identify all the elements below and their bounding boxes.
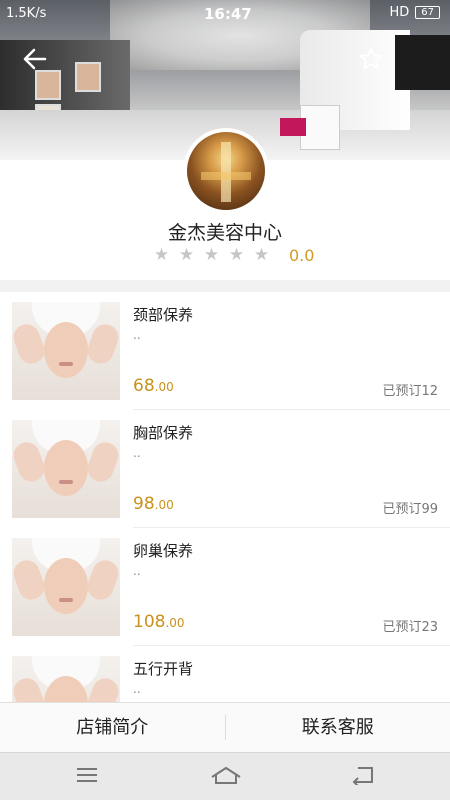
service-price: 108.00 — [133, 612, 185, 632]
back-arrow-icon[interactable] — [20, 44, 50, 74]
star-icon: ★ — [178, 245, 195, 265]
bottom-action-bar: 店铺简介 联系客服 — [0, 702, 450, 752]
service-thumbnail — [12, 656, 120, 702]
network-speed: 1.5K/s — [6, 6, 47, 21]
star-icon: ★ — [203, 245, 220, 265]
clock: 16:47 — [204, 5, 252, 23]
service-desc: .. — [133, 682, 141, 696]
service-thumbnail — [12, 538, 120, 636]
booked-count: 已预订99 — [382, 502, 438, 517]
star-icon: ★ — [153, 245, 170, 265]
back-icon[interactable] — [348, 765, 378, 789]
service-title: 颈部保养 — [133, 306, 194, 324]
home-icon[interactable] — [210, 765, 241, 789]
booked-count: 已预订12 — [382, 384, 438, 399]
star-outline-icon[interactable] — [356, 44, 386, 74]
service-item-neck[interactable]: 颈部保养 .. 68.00 已预订12 — [0, 292, 450, 410]
service-price: 68.00 — [133, 376, 174, 396]
service-title: 卵巢保养 — [133, 542, 194, 560]
shop-avatar — [183, 128, 269, 214]
star-icon: ★ — [253, 245, 270, 265]
service-title: 胸部保养 — [133, 424, 194, 442]
service-thumbnail — [12, 420, 120, 518]
star-icon: ★ — [228, 245, 245, 265]
service-desc: .. — [133, 446, 141, 460]
contact-service-button[interactable]: 联系客服 — [226, 703, 450, 752]
system-nav-bar — [0, 752, 450, 800]
service-item-chest[interactable]: 胸部保养 .. 98.00 已预订99 — [0, 410, 450, 528]
booked-count: 已预订23 — [382, 620, 438, 635]
service-thumbnail — [12, 302, 120, 400]
service-price: 98.00 — [133, 494, 174, 514]
shop-rating: ★ ★ ★ ★ ★ 0.0 — [152, 245, 315, 265]
shop-name: 金杰美容中心 — [167, 222, 282, 244]
battery-icon: 67 — [415, 6, 440, 19]
service-item-back[interactable]: 五行开背 .. — [0, 646, 450, 702]
rating-score: 0.0 — [289, 245, 315, 265]
service-title: 五行开背 — [133, 660, 194, 678]
shop-detail-screen: 1.5K/s 16:47 HD 67 金杰美容中心 ★ ★ ★ ★ ★ 0.0 … — [0, 0, 450, 800]
service-item-ovary[interactable]: 卵巢保养 .. 108.00 已预订23 — [0, 528, 450, 646]
service-desc: .. — [133, 564, 141, 578]
status-bar: 1.5K/s 16:47 HD 67 — [0, 0, 450, 28]
service-desc: .. — [133, 328, 141, 342]
service-list: 颈部保养 .. 68.00 已预订12 胸部保养 .. 98.00 已预订99 … — [0, 292, 450, 702]
menu-icon[interactable] — [72, 765, 102, 789]
shop-intro-button[interactable]: 店铺简介 — [0, 703, 225, 752]
hd-indicator: HD — [389, 5, 410, 20]
